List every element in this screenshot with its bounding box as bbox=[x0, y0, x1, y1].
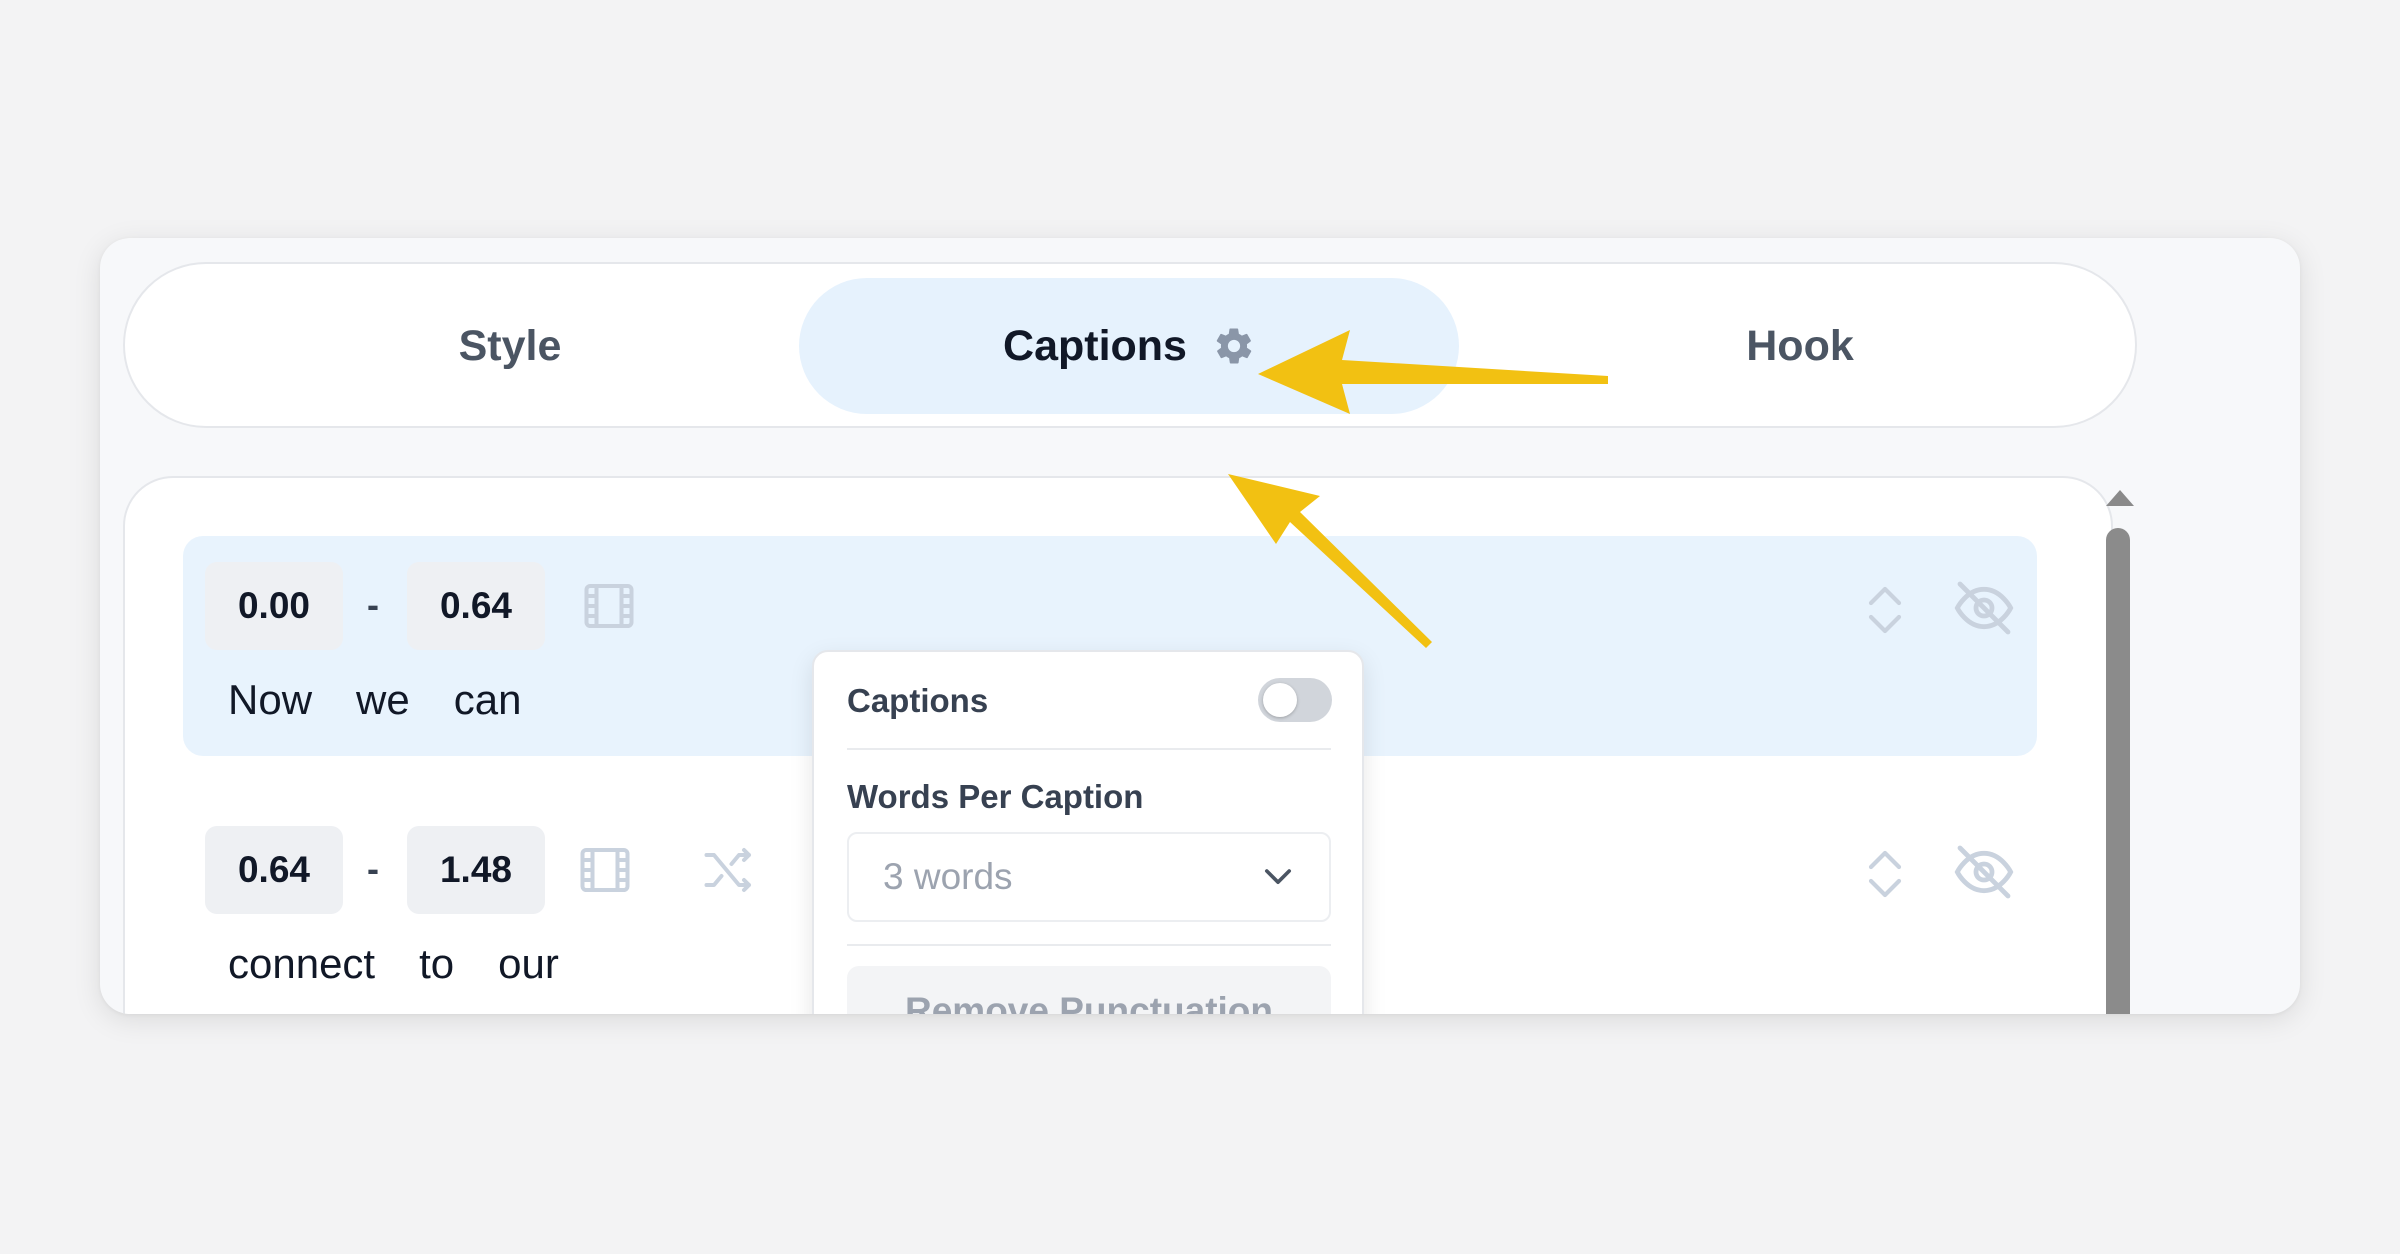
film-icon[interactable] bbox=[575, 840, 635, 900]
words-per-caption-label: Words Per Caption bbox=[847, 778, 1144, 815]
tab-bar: Style Captions Hook bbox=[123, 262, 2137, 428]
annotation-arrow bbox=[1258, 330, 1608, 414]
shuffle-icon[interactable] bbox=[699, 840, 759, 900]
caption-word[interactable]: we bbox=[356, 676, 410, 724]
caption-word[interactable]: to bbox=[419, 940, 454, 988]
eye-off-icon[interactable] bbox=[1949, 576, 2019, 640]
captions-settings-popover: Captions Words Per Caption 3 words Remov… bbox=[812, 650, 1364, 1014]
end-time-field[interactable]: 0.64 bbox=[407, 562, 545, 650]
film-icon[interactable] bbox=[579, 576, 639, 636]
reorder-icon[interactable] bbox=[1857, 844, 1913, 904]
caption-word[interactable]: connect bbox=[228, 940, 375, 988]
start-time-field[interactable]: 0.00 bbox=[205, 562, 343, 650]
words-per-caption-select[interactable]: 3 words bbox=[847, 832, 1331, 922]
reorder-icon[interactable] bbox=[1857, 580, 1913, 640]
tab-style-label: Style bbox=[458, 321, 562, 370]
scrollbar-thumb[interactable] bbox=[2106, 528, 2130, 1014]
toggle-knob bbox=[1263, 683, 1297, 717]
annotation-arrow bbox=[1228, 474, 1432, 648]
scroll-up-arrow[interactable] bbox=[2106, 490, 2134, 506]
captions-toggle[interactable] bbox=[1258, 678, 1332, 722]
caption-words: connect to our bbox=[228, 940, 559, 988]
caption-word[interactable]: our bbox=[498, 940, 559, 988]
tab-hook-label: Hook bbox=[1746, 321, 1854, 370]
caption-word[interactable]: Now bbox=[228, 676, 312, 724]
divider bbox=[847, 944, 1331, 946]
divider bbox=[847, 748, 1331, 750]
caption-word[interactable]: can bbox=[454, 676, 522, 724]
captions-toggle-label: Captions bbox=[847, 682, 989, 719]
end-time-field[interactable]: 1.48 bbox=[407, 826, 545, 914]
tab-captions-label: Captions bbox=[1003, 321, 1187, 370]
eye-off-icon[interactable] bbox=[1949, 840, 2019, 904]
gear-icon[interactable] bbox=[1213, 325, 1255, 367]
time-separator: - bbox=[367, 848, 379, 889]
chevron-down-icon bbox=[1264, 869, 1292, 885]
editor-panel: Style Captions Hook 0.00 - 0.64 Now we c… bbox=[100, 238, 2300, 1014]
remove-punctuation-button[interactable]: Remove Punctuation bbox=[847, 966, 1331, 1014]
time-separator: - bbox=[367, 584, 379, 625]
tab-style[interactable]: Style bbox=[165, 278, 855, 414]
caption-words: Now we can bbox=[228, 676, 521, 724]
words-per-caption-value: 3 words bbox=[883, 856, 1013, 897]
start-time-field[interactable]: 0.64 bbox=[205, 826, 343, 914]
